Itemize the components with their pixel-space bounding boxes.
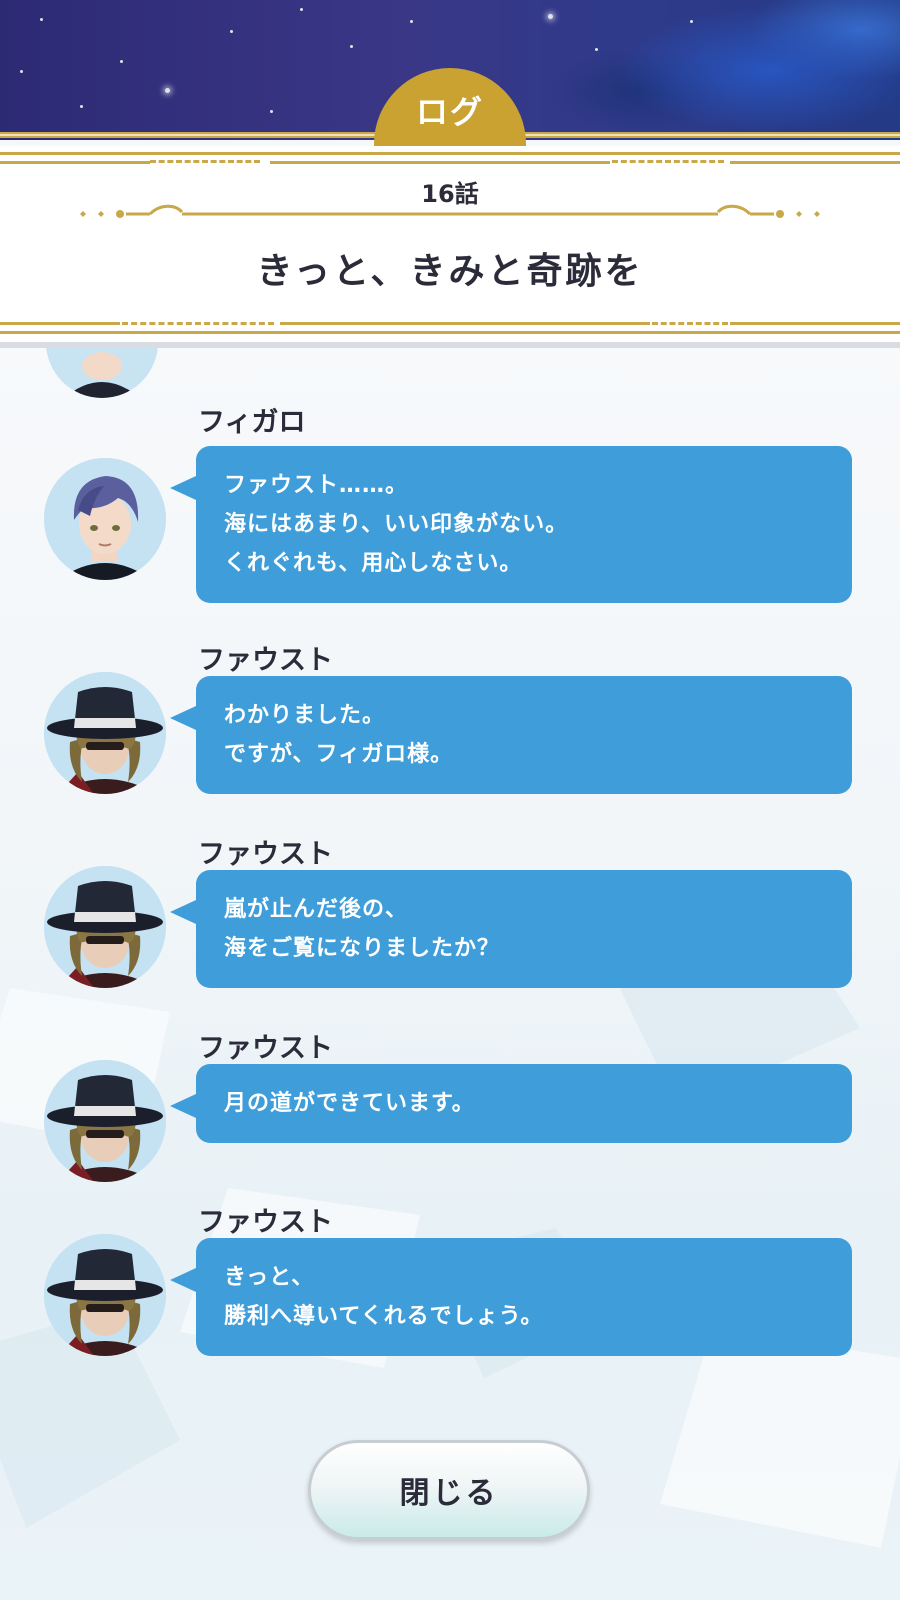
speech-bubble: わかりました。 ですが、フィガロ様。 xyxy=(170,676,852,794)
gold-divider xyxy=(730,161,900,164)
speaker-name: ファウスト xyxy=(198,1033,333,1064)
figaro-avatar[interactable] xyxy=(44,458,166,580)
gold-divider xyxy=(0,161,150,164)
dialogue-line: 嵐が止んだ後の、 xyxy=(224,897,409,922)
star-decoration xyxy=(165,88,170,93)
gold-dash-divider xyxy=(150,160,260,163)
close-button-label: 閉じる xyxy=(399,1476,499,1511)
dialogue-line: 海をご覧になりましたか？ xyxy=(224,936,501,961)
star-decoration xyxy=(80,105,83,108)
gold-divider xyxy=(270,161,610,164)
speaker-name: ファウスト xyxy=(198,645,333,676)
dialogue-line: わかりました。 xyxy=(224,703,386,728)
gold-dash-divider xyxy=(612,160,724,163)
dialogue-line: 海にはあまり、いい印象がない。 xyxy=(224,512,569,537)
dialogue-line: きっと、 xyxy=(224,1265,315,1290)
star-decoration xyxy=(40,18,43,21)
episode-title-panel: 16話 きっと、きみと奇跡を xyxy=(0,146,900,348)
figaro-portrait-icon xyxy=(44,458,166,580)
gold-divider xyxy=(0,331,900,334)
dialogue-line: 勝利へ導いてくれるでしょう。 xyxy=(224,1304,544,1329)
dialogue-line: 月の道ができています。 xyxy=(224,1091,475,1116)
faust-portrait-icon xyxy=(44,1060,166,1182)
star-decoration xyxy=(350,45,353,48)
dialogue-line: くれぐれも、用心しなさい。 xyxy=(224,551,523,576)
faust-portrait-icon xyxy=(44,1234,166,1356)
faust-portrait-icon xyxy=(44,672,166,794)
speaker-name: ファウスト xyxy=(198,839,333,870)
dialogue-line: ファウスト……。 xyxy=(224,473,409,498)
faust-avatar[interactable] xyxy=(44,1060,166,1182)
dialogue-log-scroll-area[interactable]: フィガロ ファウスト……。 海にはあまり、いい印象がない。 くれぐれも、用心しな… xyxy=(0,348,900,1600)
gold-ornament-divider xyxy=(80,204,820,218)
gold-divider xyxy=(0,322,120,325)
star-decoration xyxy=(230,30,233,33)
gold-dash-divider xyxy=(122,322,274,325)
speech-bubble: 嵐が止んだ後の、 海をご覧になりましたか？ xyxy=(170,870,852,988)
background-facet xyxy=(660,1328,900,1548)
speech-bubble: ファウスト……。 海にはあまり、いい印象がない。 くれぐれも、用心しなさい。 xyxy=(170,446,852,603)
star-decoration xyxy=(595,48,598,51)
gold-dash-divider xyxy=(652,322,728,325)
speech-bubble: 月の道ができています。 xyxy=(170,1064,852,1143)
star-decoration xyxy=(300,8,303,11)
log-tab-label: ログ xyxy=(415,93,484,131)
star-decoration xyxy=(548,14,553,19)
faust-avatar[interactable] xyxy=(44,672,166,794)
speech-bubble: きっと、 勝利へ導いてくれるでしょう。 xyxy=(170,1238,852,1356)
star-decoration xyxy=(690,20,693,23)
story-title: きっと、きみと奇跡を xyxy=(256,251,644,292)
faust-avatar[interactable] xyxy=(44,866,166,988)
star-decoration xyxy=(20,70,23,73)
dialogue-line: ですが、フィガロ様。 xyxy=(224,742,454,767)
gold-divider xyxy=(280,322,650,325)
star-decoration xyxy=(410,20,413,23)
faust-avatar[interactable] xyxy=(44,1234,166,1356)
faust-portrait-icon xyxy=(44,866,166,988)
speaker-name: ファウスト xyxy=(198,1207,333,1238)
gold-divider xyxy=(730,322,900,325)
close-button[interactable]: 閉じる xyxy=(308,1440,590,1540)
scrolled-avatar xyxy=(46,348,158,398)
speaker-name: フィガロ xyxy=(198,407,306,438)
star-decoration xyxy=(270,110,273,113)
gold-divider xyxy=(0,152,900,155)
star-decoration xyxy=(120,60,123,63)
